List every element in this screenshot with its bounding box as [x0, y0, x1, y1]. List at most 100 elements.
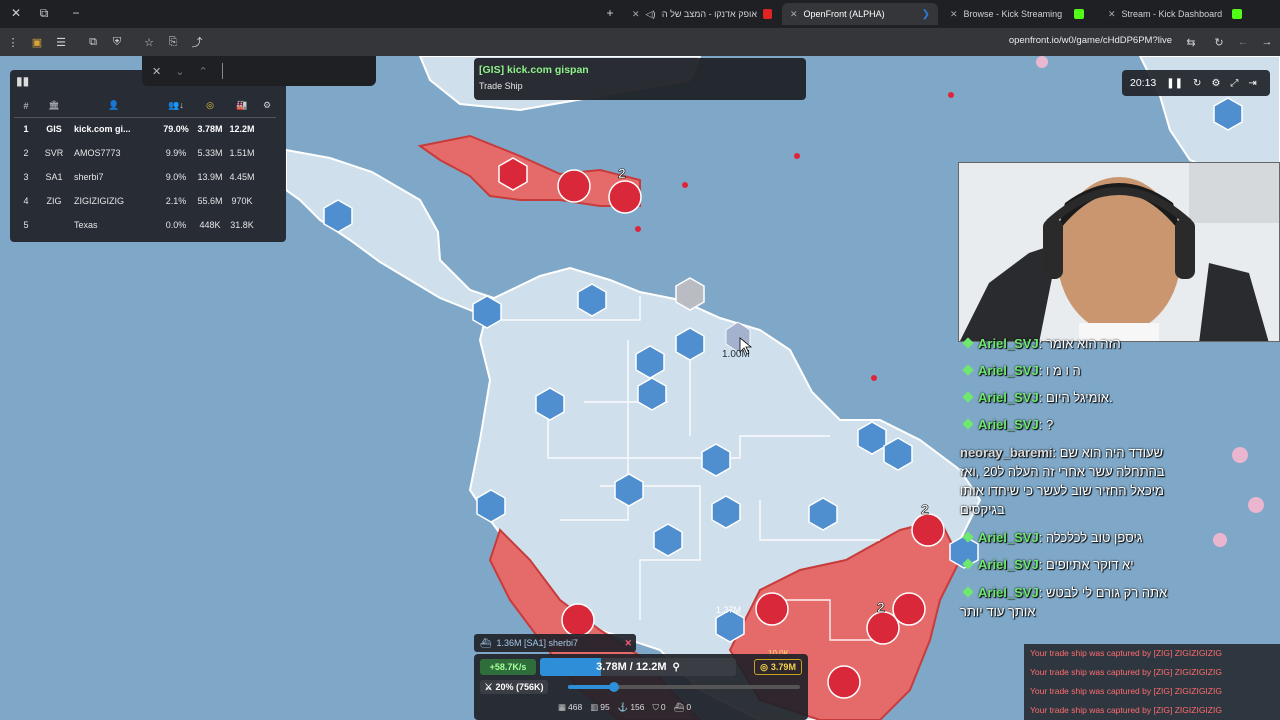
leaderboard-row[interactable]: 5 Texas 0.0% 448K 31.8K	[14, 213, 276, 237]
find-up-icon[interactable]: ⌃	[198, 65, 207, 78]
shield-icon[interactable]: ⛨	[106, 31, 128, 53]
tab-close-icon[interactable]: ✕	[1108, 9, 1116, 20]
chat-text: אותך עוד יותר	[960, 604, 1036, 619]
rank-header[interactable]: #	[14, 95, 38, 118]
pause-icon[interactable]: ❚❚	[1166, 78, 1183, 89]
leaderboard-row[interactable]: 2 SVR AMOS7773 9.9% 5.33M 1.51M	[14, 141, 276, 165]
tab-close-icon[interactable]: ✕	[790, 9, 798, 20]
sword-icon: ⚔	[484, 681, 493, 692]
tab-close-icon[interactable]: ✕	[632, 9, 640, 20]
chat-username: neoray_baremi	[960, 445, 1053, 460]
level-marker: 2	[877, 599, 885, 615]
back-icon[interactable]: →	[1256, 31, 1278, 53]
url-bar[interactable]: openfront.io/w0/game/cHdDP6PM?live	[1009, 35, 1172, 46]
cancel-attack-icon[interactable]: ✕	[624, 638, 632, 649]
settings-gear-icon[interactable]: ⚙	[1211, 78, 1220, 89]
territory-cell: 2.1%	[165, 196, 187, 206]
troop-rate-badge: +58.7K/s	[480, 659, 536, 675]
chat-text: ה ו מ ו	[1045, 363, 1081, 378]
copy-icon[interactable]: ⎘	[162, 31, 184, 53]
gold-value: 3.79M	[770, 662, 796, 672]
leaderboard-panel: ▮▮ # 🏛 👤 👥↓ ◎ 🏭 ⚙ 1 GIS kick.com gi... 7…	[10, 70, 286, 242]
clan-tag-cell: SA1	[45, 172, 63, 182]
boat-icon: ⛴	[480, 637, 492, 648]
empty-cell	[258, 165, 276, 189]
troops-icon[interactable]: 🏭	[226, 95, 258, 118]
speaker-icon[interactable]: ◁)	[646, 9, 656, 20]
chat-username: Ariel_SVJ	[978, 530, 1039, 545]
new-tab-icon[interactable]: +	[596, 6, 624, 20]
leaderboard-row[interactable]: 1 GIS kick.com gi... 79.0% 3.78M 12.2M	[14, 117, 276, 141]
leaderboard-row[interactable]: 4 ZIG ZIGIZIGIZIG 2.1% 55.6M 970K	[14, 189, 276, 213]
slider-handle[interactable]	[609, 682, 620, 692]
chat-text: מיכאל החזיר שוב לעשר כי שיחדו אותו	[960, 483, 1164, 498]
tab-label: Browse - Kick Streaming	[963, 9, 1063, 19]
event-message[interactable]: Your trade ship was captured by [ZIG] ZI…	[1024, 701, 1280, 720]
player-name-cell: sherbi7	[74, 172, 104, 182]
tab-openfront[interactable]: ✕ OpenFront (ALPHA) ❯	[782, 3, 938, 25]
leaderboard-row[interactable]: 3 SA1 sherbi7 9.0% 13.9M 4.45M	[14, 165, 276, 189]
tab-kick-dashboard[interactable]: ✕ Stream - Kick Dashboard	[1100, 3, 1250, 25]
empty-cell	[258, 189, 276, 213]
clan-tag-cell: ZIG	[46, 196, 62, 206]
forward-icon[interactable]: ←	[1232, 31, 1254, 53]
player-name-cell: kick.com gi...	[74, 124, 131, 135]
factory-count-value: 95	[600, 702, 610, 712]
territory-cell: 9.9%	[165, 148, 187, 158]
clan-icon[interactable]: 🏛	[38, 95, 70, 118]
attack-ratio-slider[interactable]	[568, 682, 800, 692]
find-input[interactable]	[221, 63, 223, 79]
site-settings-icon[interactable]: ⇆	[1180, 31, 1202, 53]
reload-icon[interactable]: ↻	[1208, 31, 1230, 53]
rank-cell: 3	[23, 172, 29, 182]
shield-icon: ⛉	[652, 702, 659, 712]
find-down-icon[interactable]: ⌄	[175, 65, 184, 78]
extensions-puzzle-icon[interactable]: ⧉	[82, 31, 104, 53]
outgoing-attack-bar[interactable]: ⛴ 1.36M [SA1] sherbi7 ✕	[474, 634, 636, 652]
tab-close-icon[interactable]: ✕	[950, 9, 958, 20]
window-tile-icon[interactable]: ⧉	[30, 6, 58, 21]
rank-cell: 2	[23, 148, 29, 158]
chat-text: ?	[1045, 417, 1054, 432]
population-rate: +58.7K/s	[489, 662, 527, 672]
player-icon[interactable]: 👤	[70, 95, 158, 118]
territory-cell: 79.0%	[163, 124, 189, 135]
window-close-icon[interactable]: ✕	[2, 6, 30, 20]
find-bar: ✕ ⌄ ⌃	[142, 56, 376, 86]
kick-icon	[1232, 9, 1242, 19]
menu-icon[interactable]: ⋮	[2, 31, 24, 53]
chat-message-continued: בהתחלה עשר אחרי זה העלה ל20 ,ואז	[960, 464, 1165, 479]
port-count: ⚓ 156	[618, 702, 645, 713]
extension-icon[interactable]: ▣	[26, 31, 48, 53]
tab-youtube[interactable]: ✕ ◁) אופק אדנקו - המצב של היום	[624, 3, 780, 25]
chat-message-continued: בגיקסים	[960, 502, 1005, 517]
settings-gear-icon[interactable]: ⚙	[258, 95, 276, 118]
find-close-icon[interactable]: ✕	[152, 65, 161, 78]
chat-message: Ariel_SVJ: גיספן טוב לכלכלה	[962, 530, 1142, 545]
chat-badge-icon	[962, 558, 974, 570]
city-icon	[675, 327, 705, 361]
event-message[interactable]: Your trade ship was captured by [ZIG] ZI…	[1024, 644, 1280, 663]
event-message[interactable]: Your trade ship was captured by [ZIG] ZI…	[1024, 682, 1280, 701]
share-icon[interactable]: ⤴	[186, 31, 208, 53]
hover-tooltip: [GIS] kick.com gispan Trade Ship	[474, 58, 806, 100]
event-message[interactable]: Your trade ship was captured by [ZIG] ZI…	[1024, 663, 1280, 682]
window-minimize-icon[interactable]: −	[62, 6, 90, 20]
browser-tab-bar: ✕ ⧉ − + ✕ ◁) אופק אדנקו - המצב של היום ✕…	[0, 0, 1280, 28]
tab-kick-browse[interactable]: ✕ Browse - Kick Streaming	[942, 3, 1092, 25]
empty-cell	[258, 141, 276, 165]
chat-message: Ariel_SVJ: יא דוקר אתיופים	[962, 557, 1134, 572]
exit-icon[interactable]: ⇥	[1248, 78, 1256, 89]
stats-chart-icon[interactable]: ▮▮	[16, 74, 32, 90]
bookmark-star-icon[interactable]: ☆	[138, 31, 160, 53]
restart-icon[interactable]: ↻	[1193, 78, 1201, 89]
gold-icon[interactable]: ◎	[194, 95, 226, 118]
territory-cell: 0.0%	[165, 220, 187, 230]
city-count: ▦ 468	[558, 702, 582, 713]
gold-coin-icon: ◎	[760, 661, 768, 672]
territory-sort-icon[interactable]: 👥↓	[158, 95, 194, 118]
fullscreen-icon[interactable]: ⤢	[1230, 78, 1238, 89]
todo-icon[interactable]: ☰	[50, 31, 72, 53]
clan-tag-cell	[38, 213, 70, 237]
rank-cell: 4	[23, 196, 29, 206]
